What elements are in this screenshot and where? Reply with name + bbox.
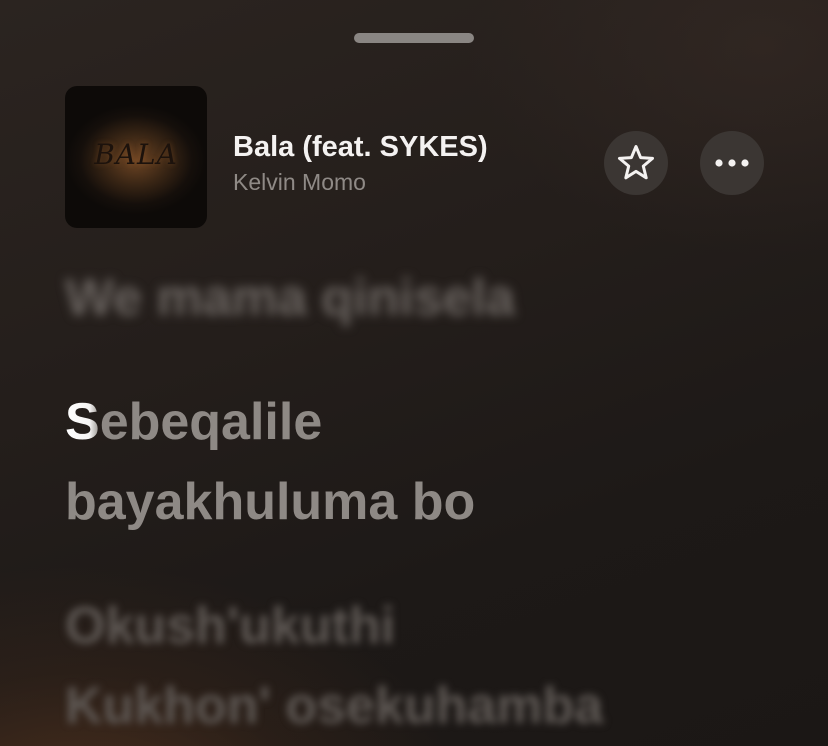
lyric-line-next[interactable]: Okush'ukuthi (65, 596, 395, 656)
now-playing-header: BALA Bala (feat. SYKES) Kelvin Momo (65, 86, 765, 228)
sheet-grabber-handle[interactable] (354, 33, 474, 43)
ellipsis-icon (715, 159, 749, 167)
track-title: Bala (feat. SYKES) (233, 131, 488, 163)
lyric-line-current[interactable]: Sebeqalile (65, 392, 322, 452)
album-artwork[interactable]: BALA (65, 86, 207, 228)
lyric-unsung-portion: ebeqalile (99, 393, 323, 451)
lyric-line-current-continued[interactable]: bayakhuluma bo (65, 472, 475, 532)
star-outline-icon (618, 145, 654, 180)
more-options-button[interactable] (700, 131, 764, 195)
lyric-sung-portion: S (65, 393, 100, 451)
favorite-button[interactable] (604, 131, 668, 195)
lyric-line-next[interactable]: Kukhon' osekuhamba (65, 676, 603, 736)
track-artist[interactable]: Kelvin Momo (233, 169, 366, 196)
artwork-text: BALA (94, 138, 178, 171)
lyric-line-previous[interactable]: We mama qinisela (65, 268, 515, 328)
